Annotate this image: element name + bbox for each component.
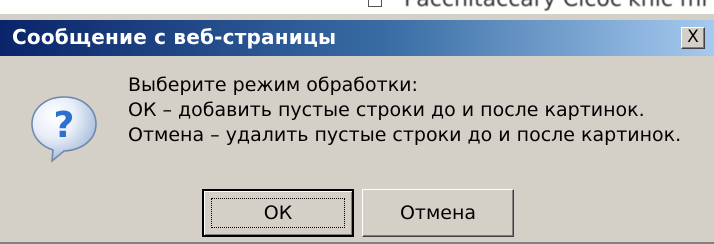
ok-button[interactable]: ОК	[202, 189, 354, 237]
focus-rectangle	[211, 198, 345, 228]
message-line-prompt: Выберите режим обработки:	[128, 74, 418, 96]
close-button[interactable]: X	[681, 27, 705, 49]
background-window-strip: Pacchitaccary Cicoc'knic mi	[0, 0, 714, 14]
svg-text:?: ?	[54, 105, 75, 146]
dialog-message: Выберите режим обработки: ОК – добавить …	[128, 73, 681, 148]
dialog-title: Сообщение с веб-страницы	[12, 25, 337, 49]
message-line-cancel: Отмена – удалить пустые строки до и посл…	[128, 124, 682, 146]
message-dialog: Сообщение с веб-страницы X ? Выберите ре…	[0, 14, 714, 244]
background-text-fragment: Pacchitaccary Cicoc'knic mi	[404, 0, 707, 12]
cancel-button-label: Отмена	[399, 202, 477, 224]
message-line-ok: ОК – добавить пустые строки до и после к…	[128, 99, 645, 121]
question-icon: ?	[31, 96, 97, 163]
dialog-titlebar[interactable]: Сообщение с веб-страницы X	[0, 20, 714, 56]
cancel-button[interactable]: Отмена	[362, 189, 514, 237]
checkbox-fragment	[368, 0, 382, 7]
